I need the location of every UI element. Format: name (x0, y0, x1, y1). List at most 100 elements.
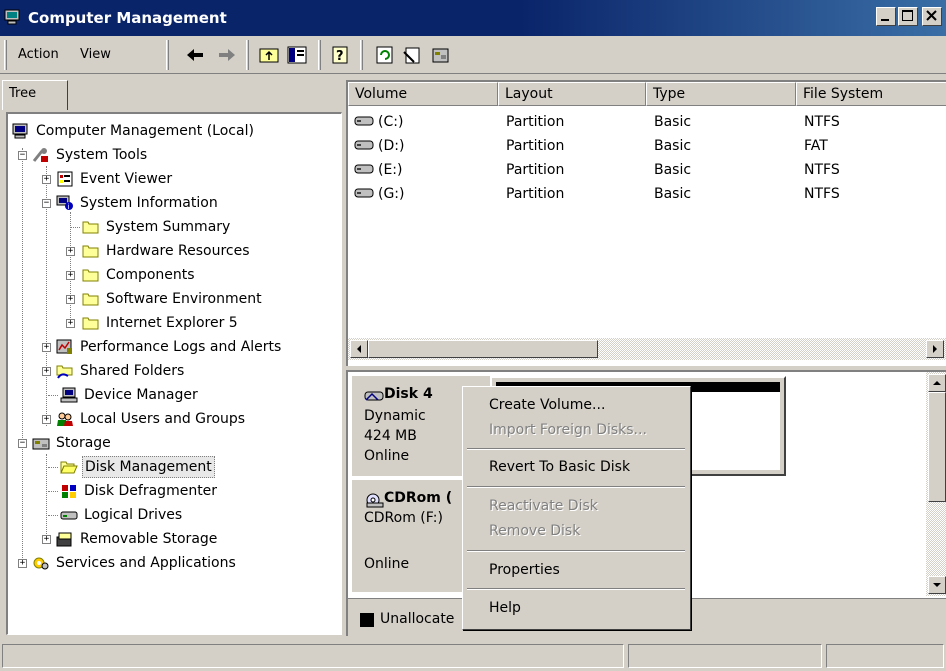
view-menu[interactable]: View (80, 47, 111, 62)
table-row[interactable]: (E:) Partition Basic NTFS (348, 158, 946, 182)
expand-icon[interactable]: + (66, 271, 75, 280)
type-cell: Basic (654, 138, 692, 154)
layout-cell: Partition (506, 138, 565, 154)
scroll-up-button[interactable] (928, 374, 946, 392)
disk-settings-icon[interactable] (430, 44, 452, 66)
expand-icon[interactable]: + (66, 319, 75, 328)
back-arrow-icon[interactable] (184, 44, 206, 66)
expand-icon[interactable]: + (42, 535, 51, 544)
menu-separator (467, 448, 685, 450)
scroll-thumb[interactable] (368, 340, 598, 358)
toolbar-grip (318, 40, 321, 70)
tree-node-label: System Information (80, 195, 218, 211)
minimize-icon (881, 19, 889, 21)
expand-icon[interactable]: + (42, 175, 51, 184)
vertical-scrollbar[interactable] (926, 372, 946, 596)
menu-item-reactivate-disk: Reactivate Disk (489, 498, 598, 514)
tree-node-label: Device Manager (84, 387, 198, 403)
menu-separator (467, 550, 685, 552)
drive-icon (60, 511, 78, 520)
scroll-down-button[interactable] (928, 576, 946, 594)
expand-icon[interactable]: + (42, 415, 51, 424)
tab-tree[interactable]: Tree (2, 80, 68, 110)
tree-pane[interactable]: Computer Management (Local) − System Too… (6, 112, 342, 635)
drive-icon (354, 116, 374, 126)
menu-item-revert-to-basic-disk[interactable]: Revert To Basic Disk (489, 459, 630, 475)
scroll-thumb[interactable] (928, 392, 946, 502)
column-header-layout[interactable]: Layout (498, 82, 646, 106)
refresh-icon[interactable] (374, 44, 396, 66)
help-icon[interactable]: ? (330, 44, 352, 66)
tree-line (48, 491, 58, 492)
toolbar-grip (246, 40, 249, 70)
scroll-right-button[interactable] (926, 340, 944, 358)
computer-management-icon (4, 9, 20, 25)
table-row[interactable]: (C:) Partition Basic NTFS (348, 110, 946, 134)
expand-icon[interactable]: + (42, 367, 51, 376)
file-system-cell: FAT (804, 138, 828, 154)
horizontal-scrollbar[interactable] (348, 338, 946, 360)
tree-line (48, 395, 58, 396)
tree-node-label: Shared Folders (80, 363, 185, 379)
properties-icon[interactable] (402, 44, 424, 66)
context-menu[interactable]: Create Volume... Import Foreign Disks...… (462, 386, 691, 630)
expand-icon[interactable]: + (42, 343, 51, 352)
volume-cell: (E:) (378, 162, 403, 178)
volume-list[interactable]: Volume Layout Type File System (C:) Part… (346, 80, 946, 366)
layout-cell: Partition (506, 162, 565, 178)
disk-status: Online (364, 448, 410, 464)
column-header-type[interactable]: Type (646, 82, 796, 106)
column-header-file-system[interactable]: File System (796, 82, 946, 106)
toolbar-grip[interactable] (4, 40, 7, 70)
tree-node-label: Disk Defragmenter (84, 483, 218, 499)
expand-icon[interactable]: + (18, 559, 27, 568)
menu-item-properties[interactable]: Properties (489, 562, 560, 578)
legend-unallocated-label: Unallocate (380, 611, 455, 627)
tree-line (70, 227, 80, 228)
toolbar: Action View ? (0, 36, 946, 74)
collapse-icon[interactable]: − (42, 199, 51, 208)
folder-icon (82, 245, 99, 258)
tree-node-label: Internet Explorer 5 (106, 315, 238, 331)
expand-icon[interactable]: + (66, 247, 75, 256)
column-header-volume[interactable]: Volume (348, 82, 498, 106)
menu-item-help[interactable]: Help (489, 600, 521, 616)
status-panel (628, 644, 822, 668)
file-system-cell: NTFS (804, 186, 840, 202)
up-folder-icon[interactable] (258, 44, 280, 66)
tree-line (22, 148, 23, 560)
status-bar (0, 640, 946, 671)
system-tools-icon (32, 148, 48, 162)
collapse-icon[interactable]: − (18, 439, 27, 448)
maximize-button[interactable] (898, 7, 918, 26)
layout-cell: Partition (506, 186, 565, 202)
tree-node-label: Storage (56, 435, 111, 451)
tree-node-label: Hardware Resources (106, 243, 250, 259)
cdrom-status: Online (364, 556, 410, 572)
maximize-icon (902, 10, 913, 21)
disk-name: Disk 4 (384, 386, 433, 402)
menu-item-create-volume[interactable]: Create Volume... (489, 397, 605, 413)
title-bar[interactable]: Computer Management (0, 0, 946, 36)
show-hide-tree-icon[interactable] (286, 44, 308, 66)
close-button[interactable] (922, 7, 942, 26)
tree-node-label: Event Viewer (80, 171, 173, 187)
device-manager-icon (60, 387, 78, 403)
folder-icon (82, 317, 99, 330)
menu-item-remove-disk: Remove Disk (489, 523, 581, 539)
scroll-left-button[interactable] (350, 340, 368, 358)
defragmenter-icon (62, 485, 76, 498)
event-viewer-icon (57, 171, 73, 187)
toolbar-grip[interactable] (166, 40, 169, 70)
action-menu[interactable]: Action (18, 47, 59, 62)
table-row[interactable]: (D:) Partition Basic FAT (348, 134, 946, 158)
folder-icon (82, 221, 99, 234)
services-icon (33, 557, 49, 570)
forward-arrow-icon[interactable] (216, 44, 238, 66)
table-row[interactable]: (G:) Partition Basic NTFS (348, 182, 946, 206)
expand-icon[interactable]: + (66, 295, 75, 304)
minimize-button[interactable] (876, 7, 896, 26)
storage-icon (32, 438, 50, 450)
close-icon (926, 10, 937, 21)
collapse-icon[interactable]: − (18, 151, 27, 160)
